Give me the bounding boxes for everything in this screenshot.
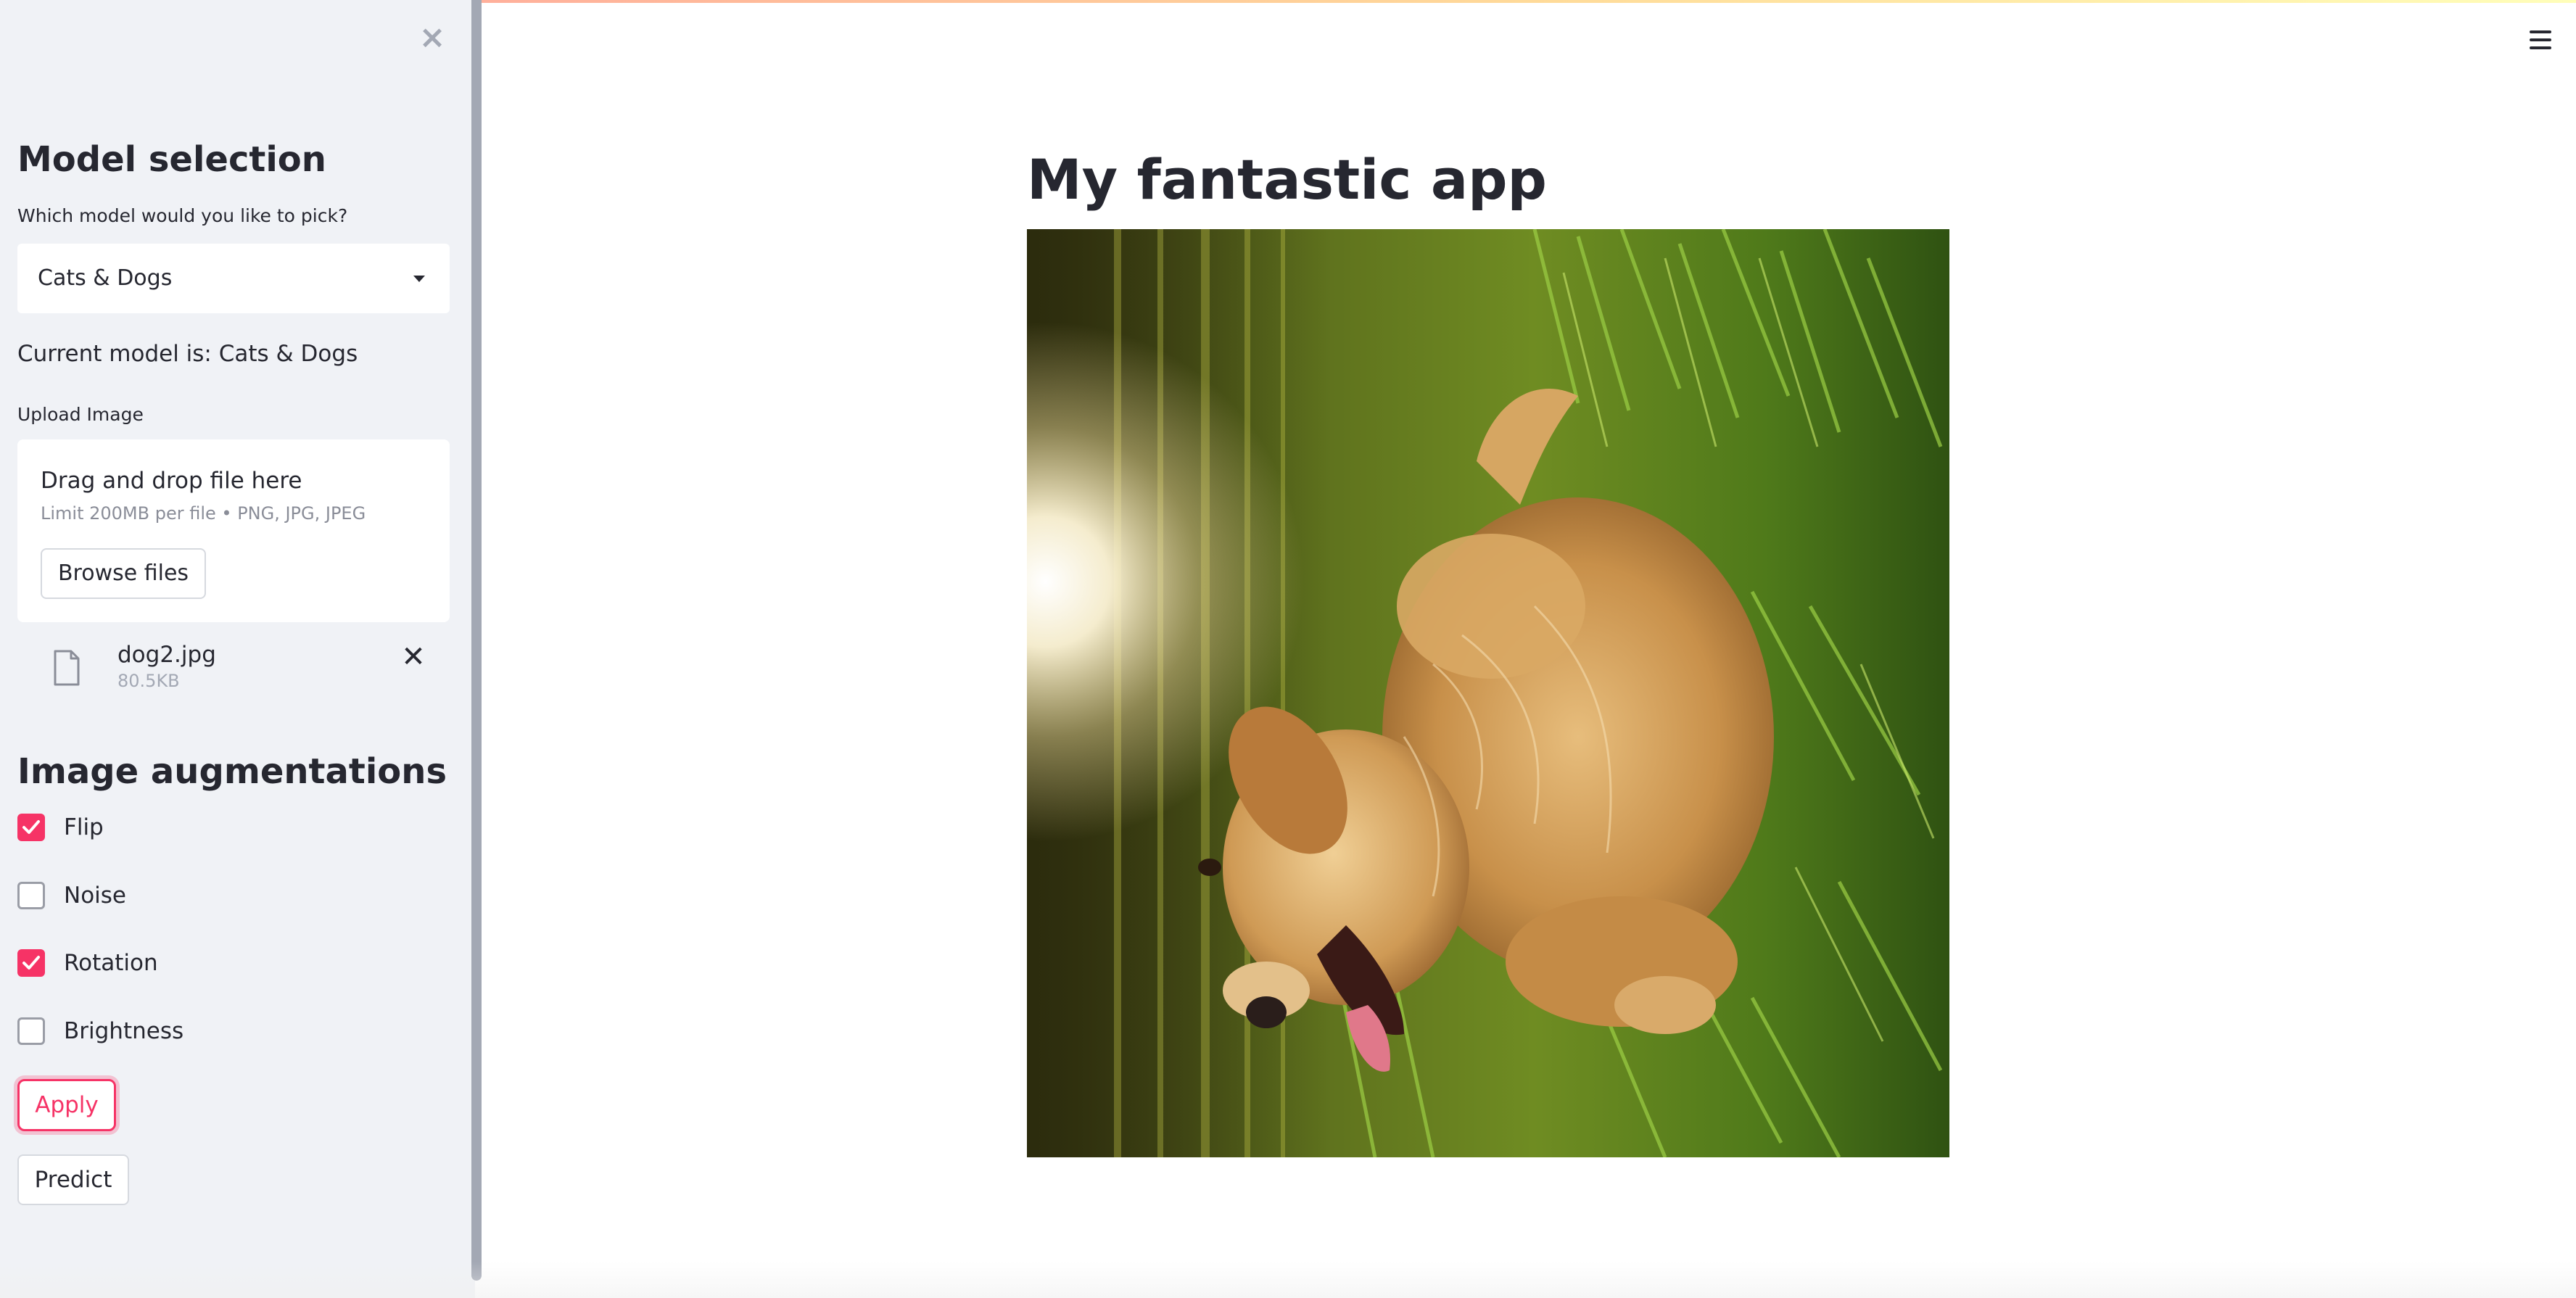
uploaded-file-row: dog2.jpg 80.5KB ✕ [17,631,450,703]
checkbox-flip[interactable]: Flip [17,806,438,847]
model-select[interactable]: Cats & Dogs [17,244,450,313]
checkbox-rotation[interactable]: Rotation [17,942,438,983]
checkbox-unchecked-icon[interactable] [17,1017,45,1045]
uploaded-file-size: 80.5KB [117,671,180,691]
checkbox-brightness[interactable]: Brightness [17,1010,438,1051]
checkbox-label: Brightness [64,1018,184,1044]
drag-drop-text: Drag and drop file here [41,468,302,494]
checkbox-checked-icon[interactable] [17,814,45,841]
page-title: My fantastic app [1027,147,1547,212]
hamburger-menu-icon[interactable] [2530,29,2551,51]
dog-photo [1027,229,1949,1157]
model-select-value: Cats & Dogs [38,265,173,291]
image-augmentations-heading: Image augmentations [17,751,447,792]
model-selection-heading: Model selection [17,139,326,180]
bottom-shadow [0,1262,2576,1298]
checkbox-label: Flip [64,814,104,840]
file-icon [54,650,80,686]
checkbox-checked-icon[interactable] [17,949,45,977]
browse-files-button[interactable]: Browse files [41,548,206,599]
current-model-text: Current model is: Cats & Dogs [17,341,358,367]
upload-image-label: Upload Image [17,404,144,425]
remove-file-icon[interactable]: ✕ [397,641,429,673]
checkbox-label: Rotation [64,950,158,976]
sidebar-scrollbar[interactable] [471,0,482,1281]
predict-button[interactable]: Predict [17,1154,129,1205]
sidebar: × Model selection Which model would you … [0,0,475,1298]
dog-photo-illustration [1027,229,1949,1157]
upload-limit-text: Limit 200MB per file • PNG, JPG, JPEG [41,503,366,524]
apply-button[interactable]: Apply [17,1079,116,1131]
file-uploader-dropzone[interactable]: Drag and drop file here Limit 200MB per … [17,439,450,622]
caret-down-icon [413,276,425,282]
checkbox-unchecked-icon[interactable] [17,882,45,909]
sidebar-close-icon[interactable]: × [413,19,451,57]
checkbox-noise[interactable]: Noise [17,875,438,915]
uploaded-file-name: dog2.jpg [117,642,216,668]
checkbox-label: Noise [64,882,126,909]
model-question-label: Which model would you like to pick? [17,205,348,226]
